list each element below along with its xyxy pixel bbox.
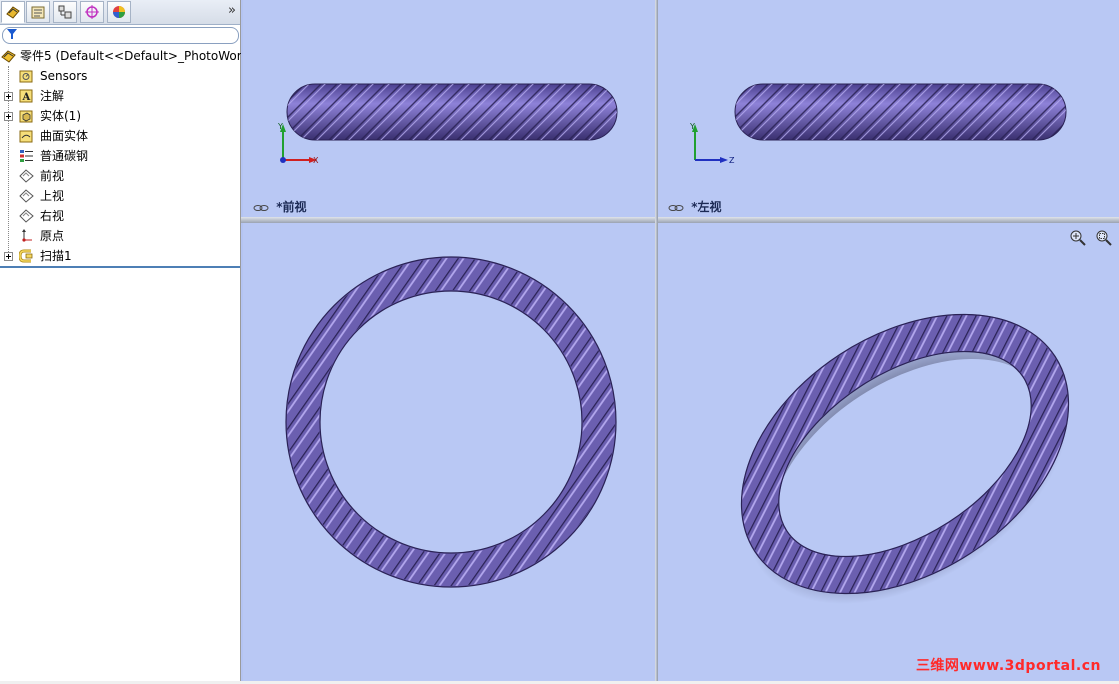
material-icon — [20, 150, 33, 162]
viewport-top[interactable] — [243, 223, 655, 681]
panel-tabs: » — [0, 0, 240, 25]
dimxpert-icon — [85, 5, 99, 19]
tree-filter[interactable] — [2, 27, 239, 44]
configuration-manager-icon — [58, 5, 72, 19]
property-manager-icon — [31, 6, 45, 19]
feature-tree: 零件5 (Default<<Default>_PhotoWorks Sensor… — [0, 46, 255, 266]
tree-item-label: 实体(1) — [40, 109, 81, 123]
annotations-icon: A — [19, 89, 33, 103]
view-zoom-tools — [1065, 229, 1113, 250]
tree-item-sweep[interactable]: 扫描1 — [0, 246, 240, 266]
axis-label-z: Z — [729, 156, 735, 165]
plane-icon — [19, 189, 34, 203]
more-tabs-button[interactable]: » — [228, 3, 236, 18]
zoom-to-area-button[interactable] — [1095, 229, 1113, 247]
tree-item-label: 上视 — [40, 189, 65, 203]
feature-manager-panel: » 零件5 (Default<<Default>_PhotoWorks Sens… — [0, 0, 255, 681]
tree-item-label: Sensors — [40, 69, 88, 83]
plane-icon — [19, 209, 34, 223]
tree-item-surface-bodies[interactable]: 曲面实体 — [0, 126, 240, 146]
tree-rollback-bar[interactable] — [0, 266, 240, 268]
tree-item-origin[interactable]: 原点 — [0, 226, 240, 246]
expand-toggle[interactable] — [4, 92, 13, 101]
plane-icon — [19, 169, 34, 183]
filter-icon — [7, 29, 17, 39]
surface-bodies-icon — [19, 130, 33, 143]
tree-item-right-plane[interactable]: 右视 — [0, 206, 240, 226]
viewport-horizontal-divider[interactable] — [241, 217, 1119, 223]
expand-toggle[interactable] — [4, 252, 13, 261]
axis-label-y: Y — [689, 122, 695, 131]
tree-item-material[interactable]: 普通碳钢 — [0, 146, 240, 166]
tree-item-sensors[interactable]: Sensors — [0, 66, 240, 86]
axis-label-y: Y — [277, 122, 283, 131]
viewport-label-left: *左视 — [668, 198, 721, 215]
graphics-area[interactable]: Y X *前视 Y Z *左视 三维网www.3dportal.cn — [241, 0, 1119, 681]
tree-item-label: 扫描1 — [40, 249, 72, 263]
triad-axes — [692, 124, 728, 163]
tree-item-top-plane[interactable]: 上视 — [0, 186, 240, 206]
origin-icon — [22, 229, 32, 242]
ring-isometric-view — [721, 309, 1094, 629]
ring-side-view: Y Z — [689, 83, 1067, 165]
tab-display-manager[interactable] — [107, 1, 131, 23]
viewport-label-text: *左视 — [691, 200, 722, 214]
solid-bodies-icon — [19, 110, 33, 123]
viewport-front[interactable]: Y X *前视 — [243, 0, 655, 217]
link-views-icon — [253, 204, 269, 211]
tab-feature-manager[interactable] — [1, 1, 25, 23]
zoom-area-icon — [1096, 230, 1112, 246]
tree-item-label: 原点 — [40, 229, 65, 243]
tree-item-label: 曲面实体 — [40, 129, 89, 143]
tree-root-label: 零件5 (Default<<Default>_PhotoWorks — [20, 49, 255, 63]
ring-side-view: Y X — [277, 83, 618, 165]
zoom-to-fit-button[interactable] — [1069, 229, 1087, 247]
axis-label-x: X — [313, 156, 319, 165]
expand-toggle[interactable] — [4, 112, 13, 121]
tab-property-manager[interactable] — [26, 1, 50, 23]
tree-item-label: 普通碳钢 — [40, 149, 89, 163]
display-manager-icon — [113, 6, 125, 18]
tree-root[interactable]: 零件5 (Default<<Default>_PhotoWorks — [0, 46, 255, 66]
svg-text:A: A — [22, 92, 31, 103]
zoom-fit-icon — [1070, 230, 1086, 246]
viewport-left[interactable]: Y Z *左视 — [658, 0, 1119, 217]
sensors-icon — [19, 70, 33, 83]
viewport-label-text: *前视 — [276, 200, 307, 214]
tree-item-annotations[interactable]: A 注解 — [0, 86, 240, 106]
ring-top-view — [285, 256, 617, 588]
site-watermark: 三维网www.3dportal.cn — [915, 658, 1101, 674]
viewport-label-front: *前视 — [253, 198, 306, 215]
tree-item-front-plane[interactable]: 前视 — [0, 166, 240, 186]
tree-item-label: 右视 — [40, 209, 65, 223]
tree-item-label: 前视 — [40, 169, 65, 183]
tree-item-solid-bodies[interactable]: 实体(1) — [0, 106, 240, 126]
viewport-vertical-divider[interactable] — [655, 0, 658, 681]
feature-manager-icon — [6, 6, 20, 19]
tab-configuration-manager[interactable] — [53, 1, 77, 23]
tree-item-label: 注解 — [40, 89, 65, 103]
link-views-icon — [668, 204, 684, 211]
sweep-icon — [19, 249, 33, 263]
viewport-isometric[interactable]: 三维网www.3dportal.cn — [658, 223, 1119, 681]
part-icon — [1, 50, 16, 63]
tab-dimxpert[interactable] — [80, 1, 104, 23]
